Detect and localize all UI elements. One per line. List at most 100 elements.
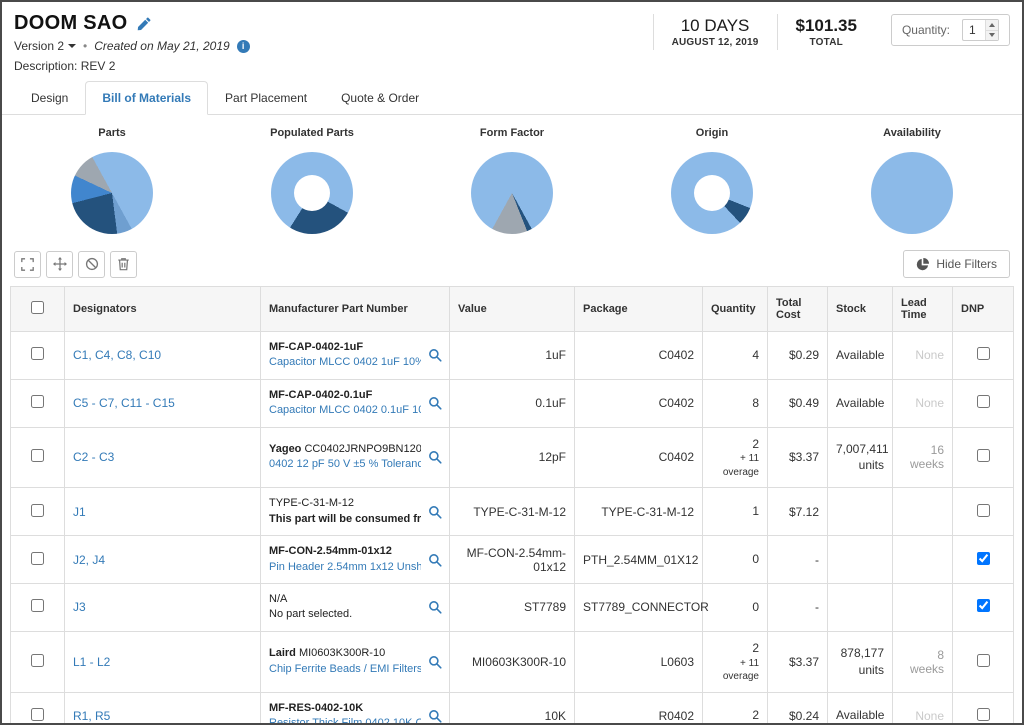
quantity-box: Quantity: 1 [891,14,1010,46]
lead-time-cell [893,583,953,631]
tab-bill-of-materials[interactable]: Bill of Materials [85,81,208,115]
row-select-checkbox[interactable] [31,504,44,517]
designators-link[interactable]: L1 - L2 [73,655,110,669]
package-cell: PTH_2.54MM_01X12 [575,536,703,584]
bom-table: DesignatorsManufacturer Part NumberValue… [10,286,1014,725]
version-dropdown[interactable]: Version 2 [14,39,76,53]
package-cell: C0402 [575,379,703,427]
dnp-checkbox[interactable] [977,449,990,462]
dnp-checkbox[interactable] [977,347,990,360]
tab-quote-order[interactable]: Quote & Order [324,81,436,115]
quantity-input[interactable]: 1 [962,19,999,41]
designators-cell: R1, R5 [65,692,261,725]
tab-part-placement[interactable]: Part Placement [208,81,324,115]
quantity-cell: 2+ 11overage [703,427,768,488]
stepper-up-button[interactable] [986,20,998,30]
lead-time-cell: None [893,332,953,380]
designators-link[interactable]: C2 - C3 [73,450,114,464]
ban-button[interactable] [78,251,105,278]
search-icon[interactable] [428,396,442,410]
search-icon[interactable] [428,450,442,464]
row-select-checkbox[interactable] [31,395,44,408]
mpn-line2[interactable]: Chip Ferrite Beads / EMI Filters 30 [269,662,421,677]
designators-link[interactable]: J2, J4 [73,553,105,567]
total-cost-cell: $0.24 [768,692,828,725]
mpn-line2[interactable]: Capacitor MLCC 0402 0.1uF 10% [269,403,421,418]
info-icon[interactable] [237,40,250,53]
chart-title: Populated Parts [270,127,354,139]
designators-link[interactable]: J3 [73,600,86,614]
header-left: DOOM SAO Version 2 • Created on May 21, … [14,12,250,73]
hide-filters-label: Hide Filters [936,257,997,271]
row-select-checkbox[interactable] [31,599,44,612]
search-icon[interactable] [428,655,442,669]
package-cell: R0402 [575,692,703,725]
mpn-line2[interactable]: 0402 12 pF 50 V ±5 % Tolerance N [269,457,421,472]
value-cell: 10K [450,692,575,725]
designators-link[interactable]: J1 [73,505,86,519]
row-select-checkbox[interactable] [31,708,44,721]
expand-button[interactable] [14,251,41,278]
quantity-cell: 4 [703,332,768,380]
chart-title: Origin [696,127,728,139]
row-select-checkbox[interactable] [31,654,44,667]
dnp-checkbox[interactable] [977,708,990,721]
dnp-checkbox[interactable] [977,395,990,408]
lead-date: AUGUST 12, 2019 [672,37,759,48]
value-cell: MI0603K300R-10 [450,631,575,692]
quantity-value: 8 [711,395,759,412]
value-cell: 1uF [450,332,575,380]
chart-origin: Origin [612,127,812,234]
stock-cell: 878,177 units [828,631,893,692]
total-amount: $101.35 [796,16,857,36]
designators-link[interactable]: C1, C4, C8, C10 [73,348,161,362]
row-select-cell [11,379,65,427]
lead-time-cell: None [893,692,953,725]
quantity-stepper [985,20,998,40]
dnp-checkbox[interactable] [977,504,990,517]
search-icon[interactable] [428,553,442,567]
total-cost-cell: - [768,583,828,631]
chart-title: Form Factor [480,127,544,139]
delete-button[interactable] [110,251,137,278]
designators-link[interactable]: C5 - C7, C11 - C15 [73,396,175,410]
package-cell: C0402 [575,332,703,380]
toolbar: Hide Filters [2,246,1022,286]
dnp-checkbox[interactable] [977,552,990,565]
hide-filters-button[interactable]: Hide Filters [903,250,1010,278]
table-header-row: DesignatorsManufacturer Part NumberValue… [11,287,1014,332]
mpn-line2[interactable]: Pin Header 2.54mm 1x12 Unshrou [269,560,421,575]
row-select-checkbox[interactable] [31,552,44,565]
value-cell: TYPE-C-31-M-12 [450,488,575,536]
move-button[interactable] [46,251,73,278]
row-select-checkbox[interactable] [31,449,44,462]
quantity-value: 1 [711,503,759,520]
lead-time-cell [893,536,953,584]
lead-time-cell: 8 weeks [893,631,953,692]
charts-row: PartsPopulated PartsForm FactorOriginAva… [2,115,1022,246]
mpn-line2[interactable]: Resistor Thick Film 0402 10K Ohm [269,716,421,725]
select-all-checkbox[interactable] [31,301,44,314]
mpn-line2[interactable]: Capacitor MLCC 0402 1uF 10% 16 [269,355,421,370]
dnp-checkbox[interactable] [977,599,990,612]
package-cell: C0402 [575,427,703,488]
designators-link[interactable]: R1, R5 [73,709,110,723]
search-icon[interactable] [428,709,442,723]
dnp-cell [953,427,1014,488]
dnp-checkbox[interactable] [977,654,990,667]
search-icon[interactable] [428,600,442,614]
column-header-total-cost: Total Cost [768,287,828,332]
designators-cell: J1 [65,488,261,536]
tab-design[interactable]: Design [14,81,85,115]
quantity-value: 4 [711,347,759,364]
search-icon[interactable] [428,348,442,362]
arrow-down-icon [989,33,995,37]
designators-cell: C1, C4, C8, C10 [65,332,261,380]
pencil-icon[interactable] [137,17,151,31]
dnp-cell [953,536,1014,584]
table-row: R1, R5MF-RES-0402-10KResistor Thick Film… [11,692,1014,725]
stepper-down-button[interactable] [986,30,998,41]
row-select-checkbox[interactable] [31,347,44,360]
search-icon[interactable] [428,505,442,519]
dnp-cell [953,583,1014,631]
